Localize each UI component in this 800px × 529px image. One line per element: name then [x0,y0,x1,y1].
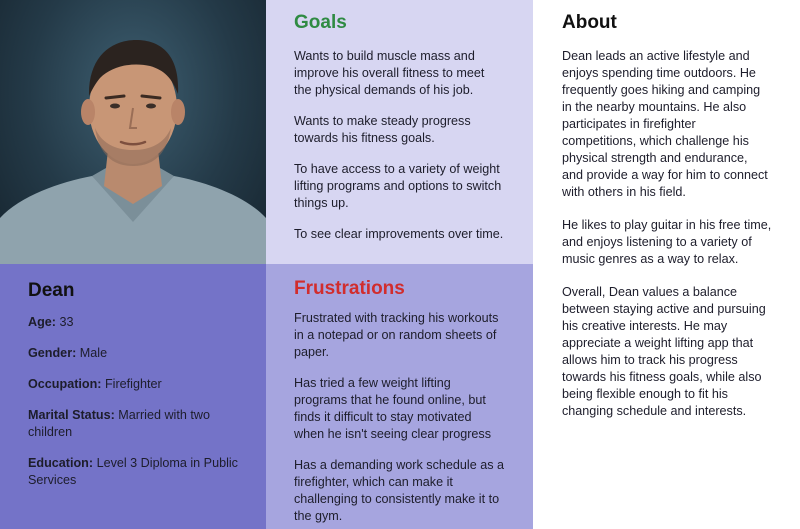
field-marital-status: Marital Status: Married with two childre… [28,407,238,441]
about-paragraph: Overall, Dean values a balance between s… [562,285,766,418]
about-paragraph: He likes to play guitar in his free time… [562,218,772,266]
goal-item: To see clear improvements over time. [294,227,504,241]
persona-name: Dean [28,280,75,301]
profile-panel: Dean Age: 33 Gender: Male Occupation: Fi… [0,264,266,529]
goals-title: Goals [294,12,347,33]
field-age: Age: 33 [28,314,238,331]
field-education-label: Education: [28,456,94,470]
field-occupation: Occupation: Firefighter [28,376,238,393]
goals-panel: Goals Wants to build muscle mass and imp… [266,0,533,264]
field-marital-status-label: Marital Status: [28,408,115,422]
frustration-item: Has a demanding work schedule as a firef… [294,458,505,523]
field-occupation-value: Firefighter [101,377,162,391]
frustration-item: Has tried a few weight lifting programs … [294,376,492,441]
frustration-item: Frustrated with tracking his workouts in… [294,311,499,359]
field-gender: Gender: Male [28,345,238,362]
field-gender-value: Male [76,346,108,360]
field-education: Education: Level 3 Diploma in Public Ser… [28,455,238,489]
goal-item: Wants to build muscle mass and improve h… [294,49,485,97]
field-age-label: Age: [28,315,56,329]
about-paragraph: Dean leads an active lifestyle and enjoy… [562,49,768,199]
goal-item: To have access to a variety of weight li… [294,162,502,210]
about-title: About [562,12,617,33]
portrait-illustration [0,40,266,264]
field-age-value: 33 [56,315,74,329]
field-gender-label: Gender: [28,346,77,360]
field-occupation-label: Occupation: [28,377,102,391]
about-panel: About Dean leads an active lifestyle and… [533,0,800,529]
profile-photo [0,0,266,264]
frustrations-title: Frustrations [294,278,405,299]
frustrations-panel: Frustrations Frustrated with tracking hi… [266,264,533,529]
goal-item: Wants to make steady progress towards hi… [294,114,471,145]
